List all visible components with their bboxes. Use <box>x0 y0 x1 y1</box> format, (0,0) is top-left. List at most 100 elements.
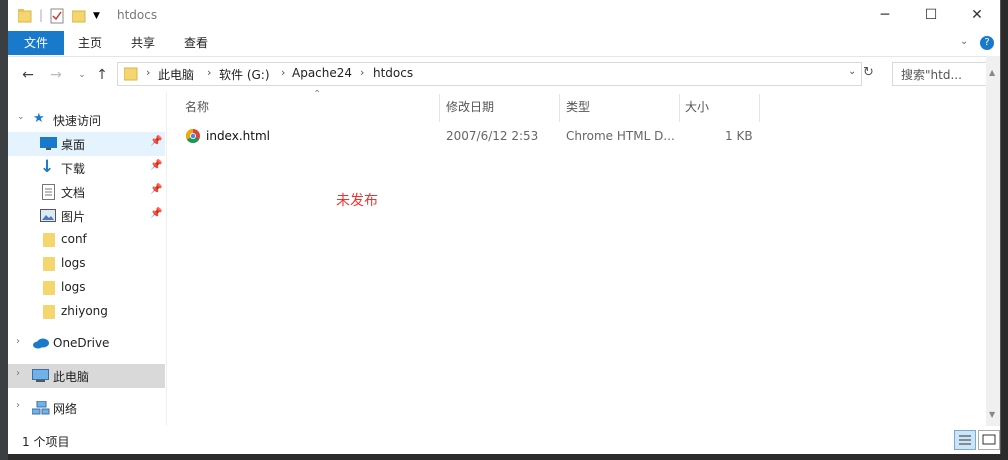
chevron-down-icon[interactable]: ⌄ <box>17 112 25 122</box>
network-icon <box>32 401 50 415</box>
background-right-strip <box>1000 0 1008 460</box>
address-row: ← → ⌄ ↑ › 此电脑 › 软件 (G:) › Apache24 › htd… <box>8 57 1000 91</box>
breadcrumb-htdocs[interactable]: htdocs <box>373 66 413 80</box>
file-type: Chrome HTML D... <box>566 129 675 143</box>
breadcrumb-separator[interactable]: › <box>360 66 364 79</box>
nav-label: 快速访问 <box>53 114 102 128</box>
column-header-size[interactable]: 大小 <box>685 98 709 122</box>
nav-item-documents[interactable]: 文档 📌 <box>8 180 165 204</box>
column-separator[interactable] <box>759 94 760 122</box>
tab-file[interactable]: 文件 <box>8 31 64 55</box>
details-view-button[interactable] <box>954 430 976 450</box>
nav-item-folder-zhiyong[interactable]: zhiyong <box>8 300 165 324</box>
nav-this-pc[interactable]: › 此电脑 <box>8 364 165 388</box>
nav-label: 网络 <box>53 402 78 416</box>
back-button[interactable]: ← <box>18 65 38 85</box>
nav-label: 图片 <box>61 210 86 224</box>
breadcrumb-separator[interactable]: › <box>207 66 211 79</box>
nav-label: OneDrive <box>53 336 110 350</box>
address-dropdown-icon[interactable]: ⌄ <box>848 66 856 77</box>
computer-icon <box>32 369 49 382</box>
file-size: 1 KB <box>725 129 753 143</box>
ribbon-expand-icon[interactable]: ⌄ <box>960 36 968 47</box>
tab-share[interactable]: 共享 <box>121 31 165 55</box>
folder-icon <box>43 257 55 271</box>
scroll-up-icon[interactable]: ▲ <box>989 68 995 77</box>
recent-locations-button[interactable]: ⌄ <box>72 65 92 85</box>
nav-item-folder-conf[interactable]: conf <box>8 228 165 252</box>
file-modified: 2007/6/12 2:53 <box>446 129 539 143</box>
sort-ascending-icon: ⌃ <box>313 89 322 100</box>
folder-icon <box>43 305 55 319</box>
pin-icon[interactable]: 📌 <box>150 136 162 147</box>
tab-home[interactable]: 主页 <box>68 31 112 55</box>
file-name[interactable]: index.html <box>206 129 270 143</box>
folder-icon <box>43 233 55 247</box>
details-view-icon <box>959 435 971 445</box>
up-button[interactable]: ↑ <box>92 65 112 85</box>
nav-item-folder-logs[interactable]: logs <box>8 252 165 276</box>
large-icons-view-button[interactable] <box>978 430 1000 450</box>
properties-icon[interactable] <box>50 8 64 24</box>
document-icon <box>42 184 55 200</box>
scroll-down-icon[interactable]: ▼ <box>989 410 995 419</box>
folder-icon <box>124 67 138 81</box>
column-separator[interactable] <box>439 94 440 122</box>
minimize-button[interactable]: ─ <box>862 0 908 31</box>
chevron-right-icon[interactable]: › <box>16 336 20 347</box>
folder-icon <box>18 9 32 23</box>
item-count: 1 个项目 <box>22 435 70 449</box>
column-separator[interactable] <box>559 94 560 122</box>
chevron-right-icon[interactable]: › <box>16 400 20 411</box>
column-header-modified[interactable]: 修改日期 <box>446 98 494 122</box>
status-bar: 1 个项目 <box>8 426 1000 454</box>
tab-view[interactable]: 查看 <box>174 31 218 55</box>
chevron-right-icon[interactable]: › <box>16 368 20 379</box>
forward-button[interactable]: → <box>46 65 66 85</box>
navigation-pane: ⌄ ★ 快速访问 桌面 📌 ↓ 下载 📌 文档 📌 图片 📌 conf logs… <box>8 98 165 426</box>
pin-icon[interactable]: 📌 <box>150 184 162 195</box>
search-input[interactable]: 搜索"htd... <box>892 62 990 86</box>
nav-onedrive[interactable]: › OneDrive <box>8 332 165 356</box>
pin-icon[interactable]: 📌 <box>150 160 162 171</box>
breadcrumb-separator[interactable]: › <box>281 66 285 79</box>
star-icon: ★ <box>33 111 45 126</box>
maximize-button[interactable]: ☐ <box>908 0 954 31</box>
column-header-type[interactable]: 类型 <box>566 98 590 122</box>
nav-item-downloads[interactable]: ↓ 下载 📌 <box>8 156 165 180</box>
chrome-icon <box>186 129 200 143</box>
breadcrumb-separator[interactable]: › <box>146 66 150 79</box>
nav-label: logs <box>61 280 86 294</box>
nav-label: 下载 <box>61 162 86 176</box>
new-folder-icon[interactable] <box>72 8 86 24</box>
nav-item-pictures[interactable]: 图片 📌 <box>8 204 165 228</box>
ribbon: 文件 主页 共享 查看 ⌄ ? <box>8 31 1000 57</box>
nav-label: logs <box>61 256 86 270</box>
title-bar: | ▼ htdocs ─ ☐ ✕ <box>8 0 1000 31</box>
column-separator[interactable] <box>679 94 680 122</box>
nav-label: 桌面 <box>61 138 86 152</box>
explorer-window: | ▼ htdocs ─ ☐ ✕ 文件 主页 共享 查看 ⌄ ? ← → ⌄ ↑… <box>8 0 1001 454</box>
nav-label: 文档 <box>61 186 86 200</box>
annotation-text: 未发布 <box>336 193 378 209</box>
pin-icon[interactable]: 📌 <box>150 208 162 219</box>
nav-item-desktop[interactable]: 桌面 📌 <box>8 132 165 156</box>
address-bar[interactable]: › 此电脑 › 软件 (G:) › Apache24 › htdocs ⌄ <box>117 62 862 86</box>
breadcrumb-apache24[interactable]: Apache24 <box>292 66 352 80</box>
breadcrumb-drive-g[interactable]: 软件 (G:) <box>219 66 270 83</box>
background-app-strip <box>0 0 8 460</box>
close-button[interactable]: ✕ <box>954 0 1000 31</box>
breadcrumb-this-pc[interactable]: 此电脑 <box>158 66 194 83</box>
help-button[interactable]: ? <box>980 36 994 50</box>
column-header-name[interactable]: 名称 <box>185 98 209 122</box>
nav-network[interactable]: › 网络 <box>8 396 165 420</box>
nav-quick-access[interactable]: ⌄ ★ 快速访问 <box>8 108 165 132</box>
nav-item-folder-logs-2[interactable]: logs <box>8 276 165 300</box>
picture-icon <box>40 209 56 222</box>
vertical-scrollbar[interactable]: ▲ ▼ <box>986 56 1000 426</box>
refresh-icon[interactable]: ↻ <box>863 65 874 80</box>
customize-quick-access-icon[interactable]: ▼ <box>93 11 100 27</box>
file-list: ⌃ 名称 修改日期 类型 大小 index.html 2007/6/12 2:5… <box>167 89 987 426</box>
nav-label: 此电脑 <box>53 370 90 384</box>
nav-label: zhiyong <box>61 304 108 318</box>
